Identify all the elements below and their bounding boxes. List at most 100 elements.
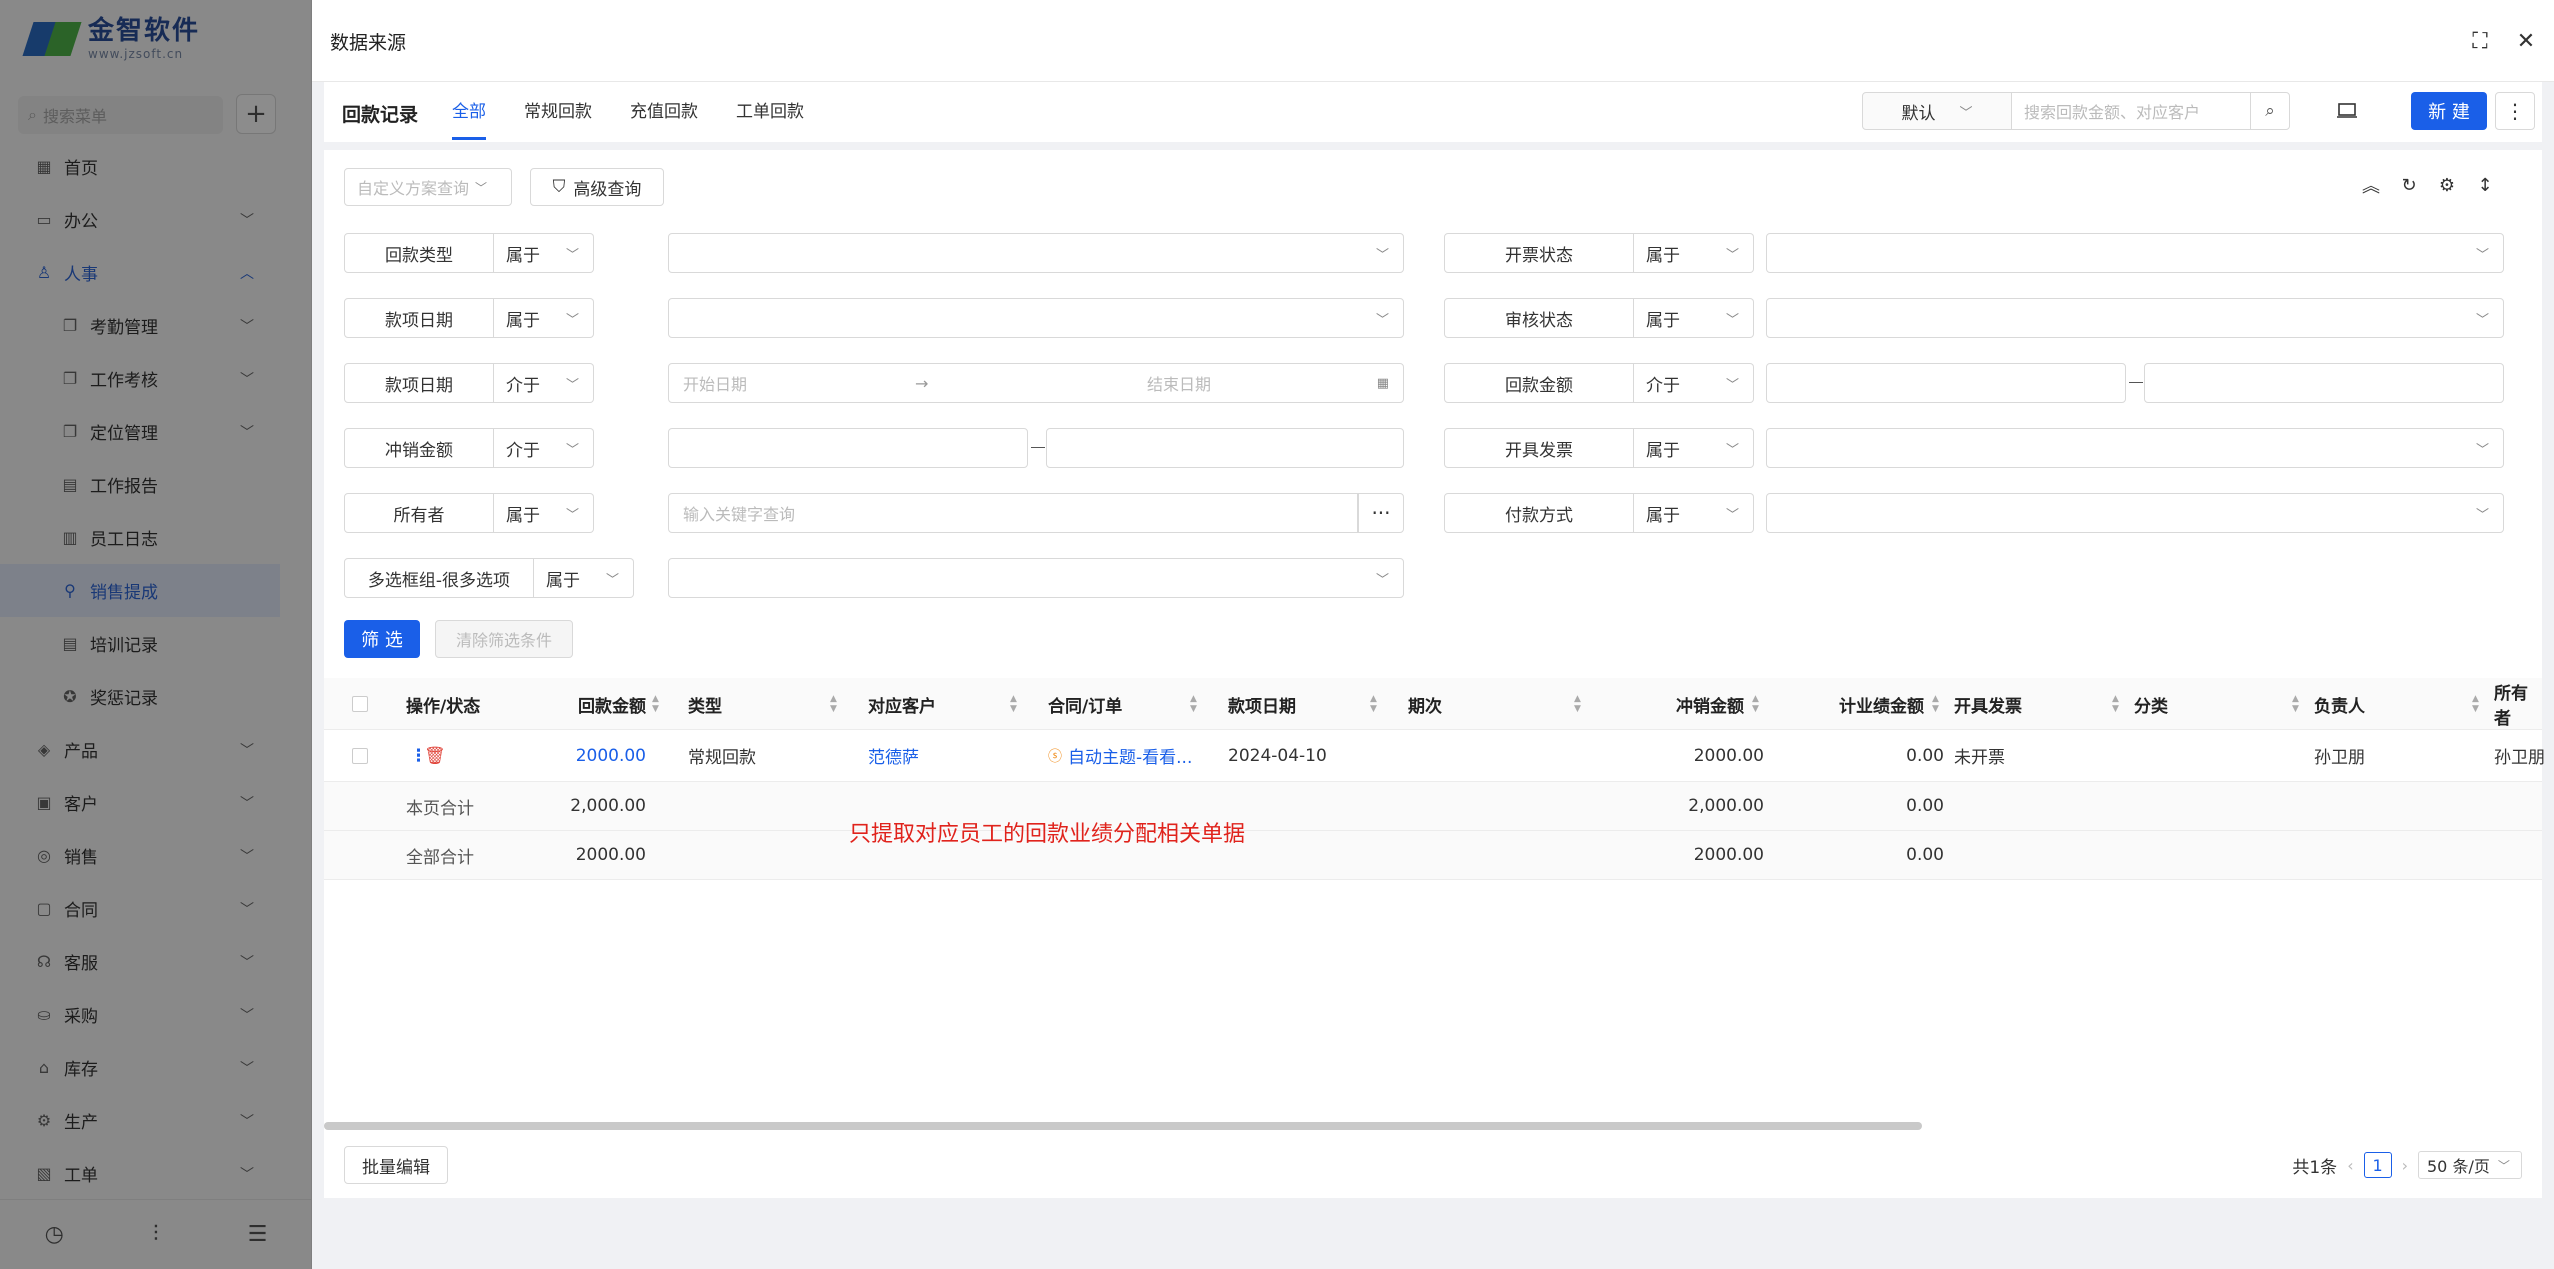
operator-value: 属于	[506, 505, 540, 526]
record-tabs: 全部 常规回款 充值回款 工单回款	[452, 82, 842, 142]
filter-operator[interactable]: 属于 ﹀	[1634, 298, 1754, 338]
date-range-picker[interactable]: 开始日期 → 结束日期 ▦	[668, 363, 1404, 403]
filter-value-select[interactable]: ﹀	[1766, 493, 2504, 533]
prev-page-icon[interactable]: ‹	[2347, 1156, 2353, 1175]
max-amount-input[interactable]	[2144, 363, 2504, 403]
chevron-down-icon: ﹀	[1725, 377, 1739, 393]
scheme-placeholder: 自定义方案查询	[357, 179, 470, 198]
search-icon[interactable]: ⌕	[2250, 92, 2290, 130]
sort-icon[interactable]: ▲ ▼	[830, 694, 837, 714]
display-icon[interactable]	[2332, 96, 2362, 126]
scheme-select[interactable]: 自定义方案查询 ﹀	[344, 168, 512, 206]
column-header[interactable]: 回款金额	[524, 678, 646, 730]
sort-icon[interactable]: ▲ ▼	[1574, 694, 1581, 714]
all-total-writeoff: 2000.00	[1693, 845, 1764, 865]
chevron-down-icon: ﹀	[2475, 247, 2489, 263]
column-header[interactable]: 负责人	[2314, 678, 2365, 730]
collapse-up-icon[interactable]: ︽	[2358, 172, 2384, 198]
customer-cell[interactable]: 范德萨	[868, 730, 919, 781]
order-icon: ⓢ	[1048, 748, 1062, 765]
sort-icon[interactable]: ▲ ▼	[1010, 694, 1017, 714]
operator-value: 属于	[546, 570, 580, 591]
filter-operator[interactable]: 属于 ﹀	[534, 558, 634, 598]
column-header[interactable]: 分类	[2134, 678, 2168, 730]
column-header[interactable]: 合同/订单	[1048, 678, 1122, 730]
column-header[interactable]: 期次	[1408, 678, 1442, 730]
filter-value-select[interactable]: ﹀	[668, 558, 1404, 598]
operator-value: 属于	[506, 245, 540, 266]
filter-operator[interactable]: 介于 ﹀	[494, 428, 594, 468]
column-header[interactable]: 类型	[688, 678, 722, 730]
sort-icon[interactable]: ▲ ▼	[1752, 694, 1759, 714]
page-number[interactable]: 1	[2363, 1152, 2392, 1178]
column-header[interactable]: 对应客户	[868, 678, 936, 730]
column-header[interactable]: 款项日期	[1228, 678, 1296, 730]
tab-regular[interactable]: 常规回款	[524, 82, 592, 142]
view-select[interactable]: 默认 ﹀	[1862, 92, 2012, 130]
contract-cell[interactable]: 自动主题-看看...	[1068, 730, 1192, 781]
filter-operator[interactable]: 属于 ﹀	[1634, 493, 1754, 533]
select-all-checkbox[interactable]	[352, 678, 372, 730]
row-height-icon[interactable]: ↕	[2472, 172, 2498, 198]
close-icon[interactable]: ✕	[2511, 26, 2541, 56]
delete-icon[interactable]: 🗑	[424, 730, 446, 781]
filter-operator[interactable]: 介于 ﹀	[1634, 363, 1754, 403]
fullscreen-icon[interactable]: ⛶	[2465, 26, 2495, 56]
clear-filters-button[interactable]: 清除筛选条件	[435, 620, 573, 658]
chevron-down-icon: ﹀	[475, 180, 488, 195]
sort-icon[interactable]: ▲ ▼	[1370, 694, 1377, 714]
operator-value: 属于	[1646, 245, 1680, 266]
horizontal-scrollbar[interactable]	[324, 1122, 1922, 1130]
sort-icon[interactable]: ▲ ▼	[1932, 694, 1939, 714]
record-toolbar: 回款记录 全部 常规回款 充值回款 工单回款 默认 ﹀ 搜索回款金额、对应客户 …	[324, 82, 2542, 142]
page-size-select[interactable]: 50 条/页 ﹀	[2418, 1151, 2522, 1179]
row-checkbox[interactable]	[352, 730, 368, 781]
owner-keyword-input[interactable]: 输入关键字查询	[668, 493, 1358, 533]
sort-icon[interactable]: ▲ ▼	[1190, 694, 1197, 714]
amount-cell[interactable]: 2000.00	[524, 730, 646, 781]
settings-icon[interactable]: ⚙	[2434, 172, 2460, 198]
more-options-icon[interactable]: ···	[1358, 493, 1404, 533]
filter-operator[interactable]: 介于 ﹀	[494, 363, 594, 403]
column-header[interactable]: 开具发票	[1954, 678, 2022, 730]
batch-edit-button[interactable]: 批量编辑	[344, 1146, 448, 1184]
column-header[interactable]: 计业绩金额	[1774, 678, 1924, 730]
filter-operator[interactable]: 属于 ﹀	[494, 298, 594, 338]
column-header[interactable]: 所有者	[2494, 678, 2542, 730]
filter-value-select[interactable]: ﹀	[1766, 428, 2504, 468]
column-header[interactable]: 冲销金额	[1594, 678, 1744, 730]
date-cell: 2024-04-10	[1228, 745, 1327, 766]
tab-all[interactable]: 全部	[452, 82, 486, 142]
refresh-icon[interactable]: ↻	[2396, 172, 2422, 198]
filter-operator[interactable]: 属于 ﹀	[1634, 428, 1754, 468]
min-writeoff-input[interactable]	[668, 428, 1028, 468]
all-total-performance: 0.00	[1906, 845, 1944, 865]
sort-icon[interactable]: ▲ ▼	[2112, 694, 2119, 714]
filter-label: 款项日期	[344, 363, 494, 403]
tab-recharge[interactable]: 充值回款	[630, 82, 698, 142]
more-icon[interactable]: ⋮	[2495, 92, 2535, 130]
sort-icon[interactable]: ▲ ▼	[652, 694, 659, 714]
filter-row: 回款金额 介于 ﹀	[1444, 363, 2524, 403]
filter-value-select[interactable]: ﹀	[1766, 233, 2504, 273]
filter-operator[interactable]: 属于 ﹀	[1634, 233, 1754, 273]
new-button[interactable]: 新 建	[2411, 92, 2487, 130]
record-search-input[interactable]: 搜索回款金额、对应客户	[2011, 92, 2251, 130]
sort-icon[interactable]: ▲ ▼	[2472, 694, 2479, 714]
filter-value-select[interactable]: ﹀	[668, 233, 1404, 273]
record-title: 回款记录	[342, 104, 419, 126]
filter-operator[interactable]: 属于 ﹀	[494, 233, 594, 273]
max-writeoff-input[interactable]	[1046, 428, 1404, 468]
tab-workorder[interactable]: 工单回款	[736, 82, 804, 142]
owner-cell: 孙卫朋	[2314, 748, 2365, 768]
filter-value-select[interactable]: ﹀	[1766, 298, 2504, 338]
next-page-icon[interactable]: ›	[2402, 1156, 2408, 1175]
table-row[interactable]: ⋮ 🗑 2000.00 常规回款 范德萨 ⓢ 自动主题-看看... 2024-0…	[324, 730, 2545, 782]
filter-value-select[interactable]: ﹀	[668, 298, 1404, 338]
sort-icon[interactable]: ▲ ▼	[2292, 694, 2299, 714]
filter-button[interactable]: 筛 选	[344, 620, 420, 658]
filter-row: 开票状态 属于 ﹀ ﹀	[1444, 233, 2524, 273]
filter-operator[interactable]: 属于 ﹀	[494, 493, 594, 533]
min-amount-input[interactable]	[1766, 363, 2126, 403]
advanced-query-button[interactable]: ⛉ 高级查询	[530, 168, 664, 206]
